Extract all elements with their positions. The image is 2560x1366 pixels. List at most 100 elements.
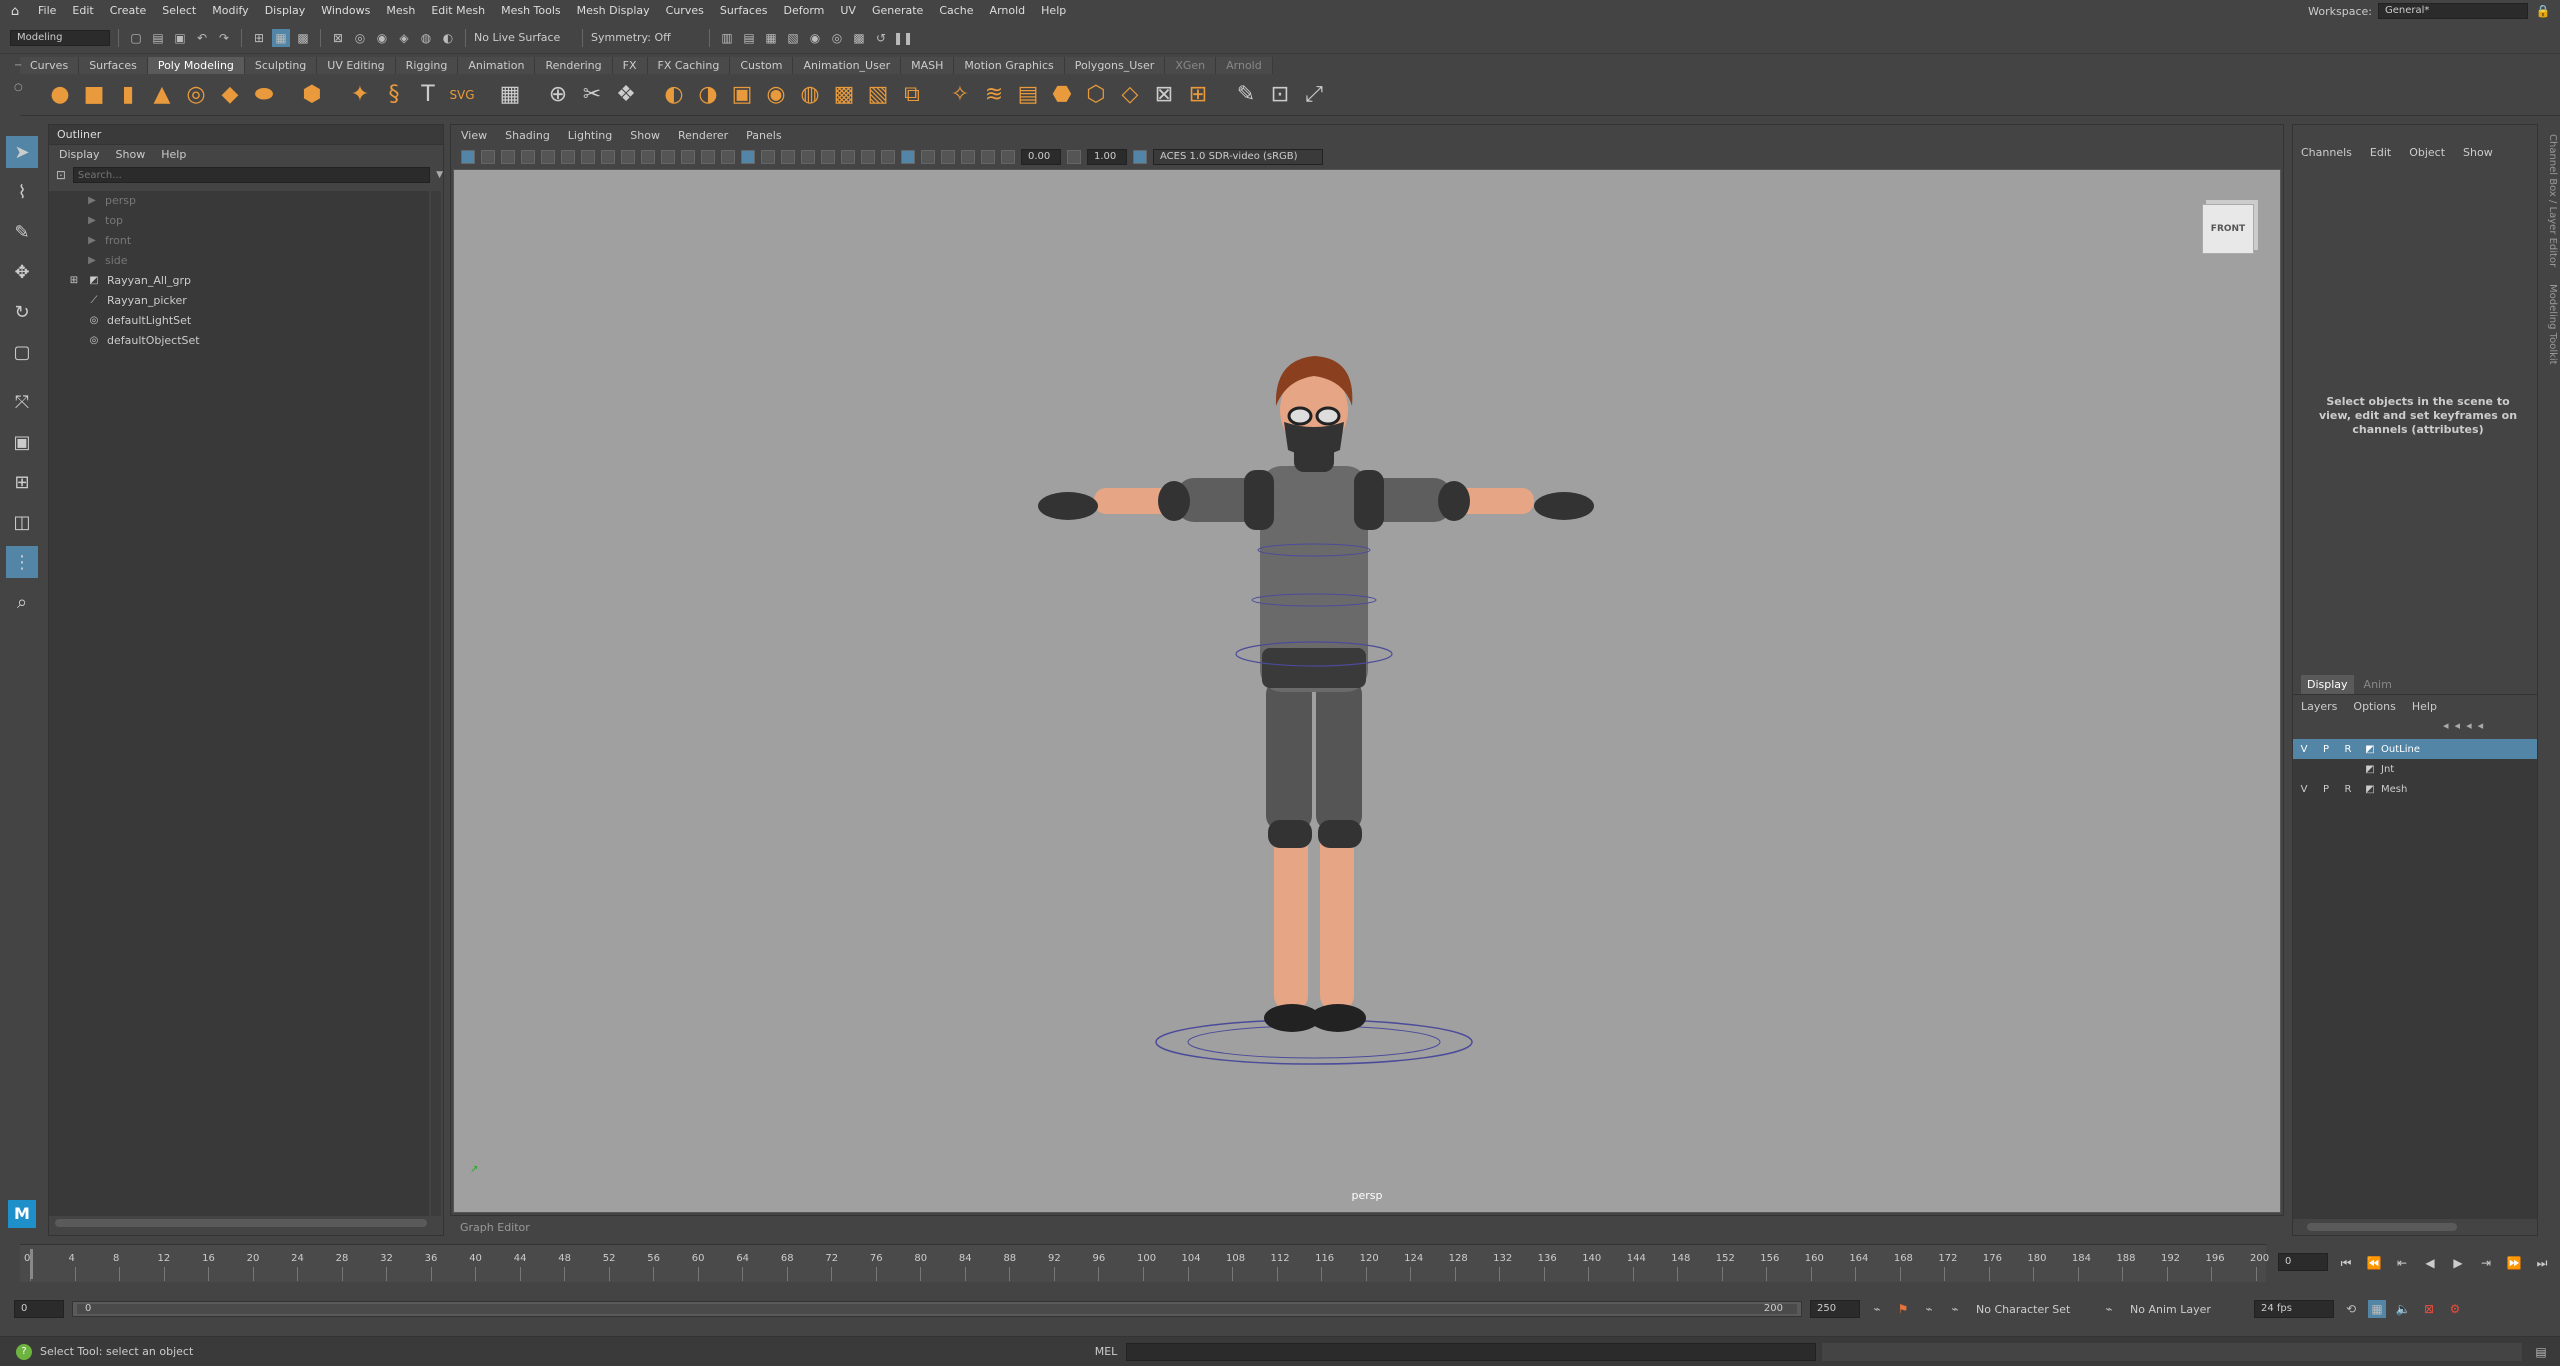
poly-plane-icon[interactable]: ◆ [216, 81, 244, 109]
shelf-tab-rendering[interactable]: Rendering [535, 57, 613, 74]
paint-select-icon[interactable]: ✎ [6, 216, 38, 248]
mel-label[interactable]: MEL [1086, 1345, 1126, 1358]
uv-layout-icon[interactable]: ⊡ [1266, 81, 1294, 109]
bookmarks-icon[interactable] [501, 150, 515, 164]
offset-edge-loop-icon[interactable]: ⬡ [1082, 81, 1110, 109]
key-icon[interactable]: ⌁ [1868, 1300, 1886, 1318]
menu-modify[interactable]: Modify [204, 0, 256, 22]
go-to-start-icon[interactable]: ⏮ [2336, 1256, 2356, 1271]
play-forwards-icon[interactable]: ▶ [2448, 1256, 2468, 1270]
snap-grid-icon[interactable]: ⊠ [329, 29, 347, 47]
extrude-icon[interactable]: ◐ [660, 81, 688, 109]
chevron-down-icon[interactable]: ▼ [436, 170, 443, 180]
animation-prefs-icon[interactable]: ⊠ [2420, 1300, 2438, 1318]
anti-aliasing-icon[interactable] [901, 150, 915, 164]
slide-edge-icon[interactable]: ⊠ [1150, 81, 1178, 109]
outliner-search-input[interactable] [72, 167, 431, 183]
color-management-icon[interactable] [1133, 150, 1147, 164]
arnold-ipr-icon[interactable]: ▩ [850, 29, 868, 47]
bevel-icon[interactable]: ▣ [728, 81, 756, 109]
outliner-item-rayyan-all-grp[interactable]: ⊞ ◩ Rayyan_All_grp [49, 271, 429, 291]
menu-mesh[interactable]: Mesh [378, 0, 423, 22]
go-to-end-icon[interactable]: ⏭ [2532, 1256, 2552, 1271]
select-camera-icon[interactable] [461, 150, 475, 164]
cut-faces-icon[interactable]: ◇ [1116, 81, 1144, 109]
expand-icon[interactable]: ⊞ [67, 271, 81, 291]
poly-torus-icon[interactable]: ◎ [182, 81, 210, 109]
layer-h-scrollbar[interactable] [2307, 1223, 2457, 1231]
outliner-menu-display[interactable]: Display [59, 145, 100, 165]
save-scene-icon[interactable]: ▣ [171, 29, 189, 47]
layer-row-outline[interactable]: V P R ◩ OutLine [2293, 739, 2537, 759]
menu-create[interactable]: Create [102, 0, 155, 22]
wireframe-on-shaded-icon[interactable] [781, 150, 795, 164]
menuset-dropdown[interactable]: Modeling [10, 29, 110, 46]
current-frame-field[interactable]: 0 [2278, 1253, 2328, 1271]
mirror-icon[interactable]: ⊕ [544, 81, 572, 109]
menu-deform[interactable]: Deform [775, 0, 832, 22]
filter-icon[interactable]: ⊡ [55, 166, 67, 184]
render-frame-icon[interactable]: ▤ [740, 29, 758, 47]
xray-joints-icon[interactable] [961, 150, 975, 164]
new-scene-icon[interactable]: ▢ [127, 29, 145, 47]
poly-disc-icon[interactable]: ⬬ [250, 81, 278, 109]
2d-pan-zoom-icon[interactable] [541, 150, 555, 164]
render-view-icon[interactable]: ▧ [784, 29, 802, 47]
select-tool-icon[interactable]: ➤ [6, 136, 38, 168]
exposure-field[interactable]: 0.00 [1021, 149, 1061, 165]
grease-pencil-icon[interactable] [561, 150, 575, 164]
shelf-tab-custom[interactable]: Custom [730, 57, 794, 74]
type-tool-icon[interactable]: T [414, 81, 442, 109]
layer-row-jnt[interactable]: ◩ Jnt [2293, 759, 2537, 779]
snap-curve-icon[interactable]: ◎ [351, 29, 369, 47]
select-object-icon[interactable]: ▦ [272, 28, 290, 47]
time-slider[interactable]: 0 4 8 12 16 20 24 28 32 36 40 44 48 52 56 60 64 68 72 76 80 8… [20, 1244, 2269, 1282]
auto-key-icon[interactable]: ⚑ [1894, 1300, 1912, 1318]
shelf-tab-curves[interactable]: Curves [20, 57, 80, 74]
poke-icon[interactable]: ⊞ [1184, 81, 1212, 109]
poly-sphere-icon[interactable]: ● [46, 81, 74, 109]
outliner-h-scrollbar[interactable] [55, 1219, 427, 1227]
outliner-item-default-light-set[interactable]: ◎ defaultLightSet [49, 311, 429, 331]
persp-graph-layout-icon[interactable]: ⋮ [6, 546, 38, 578]
channel-box-menu-channels[interactable]: Channels [2301, 141, 2352, 165]
channel-box-menu-edit[interactable]: Edit [2370, 141, 2391, 165]
layer-reference-toggle[interactable]: R [2337, 744, 2359, 755]
viewport-menu-lighting[interactable]: Lighting [568, 125, 612, 147]
fill-hole-icon[interactable]: ◍ [796, 81, 824, 109]
gate-mask-icon[interactable] [641, 150, 655, 164]
layer-reference-toggle[interactable]: R [2337, 784, 2359, 795]
step-back-key-icon[interactable]: ⇤ [2392, 1256, 2412, 1270]
viewport-menu-shading[interactable]: Shading [505, 125, 550, 147]
fps-dropdown[interactable]: 24 fps [2254, 1300, 2334, 1318]
move-layer-up-icon[interactable]: ◂ [2443, 719, 2449, 737]
menu-file[interactable]: File [30, 0, 64, 22]
menu-generate[interactable]: Generate [864, 0, 931, 22]
shelf-tab-sculpting[interactable]: Sculpting [244, 57, 318, 74]
outliner-item-default-object-set[interactable]: ◎ defaultObjectSet [49, 331, 429, 351]
shelf-tab-animation-user[interactable]: Animation_User [793, 57, 902, 74]
render-settings-icon[interactable]: ▥ [718, 29, 736, 47]
hypershade-icon[interactable]: ◉ [806, 29, 824, 47]
shelf-tab-mash[interactable]: MASH [901, 57, 955, 74]
graph-editor-tab[interactable]: Graph Editor [450, 1218, 2284, 1238]
range-slider[interactable]: 0 200 [72, 1301, 1802, 1317]
shelf-tab-uv-editing[interactable]: UV Editing [317, 57, 396, 74]
snap-surface-icon[interactable]: ◍ [417, 29, 435, 47]
animation-bookmarks-icon[interactable]: ⚙ [2446, 1300, 2464, 1318]
snap-point-icon[interactable]: ◉ [373, 29, 391, 47]
shelf-tab-fx-caching[interactable]: FX Caching [647, 57, 731, 74]
layer-tab-display[interactable]: Display [2301, 675, 2354, 694]
mel-command-input[interactable] [1126, 1342, 1816, 1361]
key-options-icon[interactable]: ⌁ [1920, 1300, 1938, 1318]
select-hierarchy-icon[interactable]: ⊞ [250, 29, 268, 47]
shelf-tab-xgen[interactable]: XGen [1165, 57, 1217, 74]
layer-tab-anim[interactable]: Anim [2364, 675, 2392, 694]
3d-viewport[interactable]: FRONT ↗ persp [453, 169, 2281, 1213]
last-tool-icon[interactable]: ⤧ [6, 386, 38, 418]
ambient-occlusion-icon[interactable] [861, 150, 875, 164]
combine-icon[interactable]: ▦ [496, 81, 524, 109]
outliner-item-front[interactable]: ▶ front [49, 231, 429, 251]
workspace-dropdown[interactable]: General* [2378, 3, 2528, 19]
scale-tool-icon[interactable]: ▢ [6, 336, 38, 368]
